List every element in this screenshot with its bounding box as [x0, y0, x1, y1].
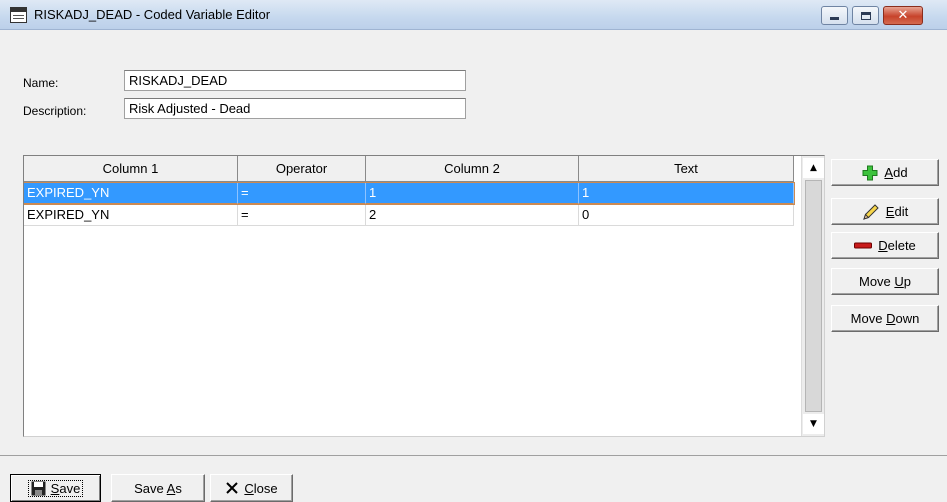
delete-button[interactable]: Delete: [831, 232, 939, 259]
grid-header: Column 1 Operator Column 2 Text: [24, 156, 794, 182]
scroll-down-button[interactable]: ▼: [803, 414, 824, 434]
green-plus-icon: [862, 165, 878, 180]
minimize-icon: [830, 17, 839, 20]
floppy-disk-icon: [31, 481, 46, 495]
maximize-button[interactable]: [852, 6, 879, 25]
move-up-button[interactable]: Move Up: [831, 268, 939, 295]
description-label: Description:: [23, 104, 87, 118]
table-row[interactable]: EXPIRED_YN = 2 0: [24, 205, 794, 226]
column-header-operator[interactable]: Operator: [238, 156, 366, 182]
title-bar[interactable]: RISKADJ_DEAD - Coded Variable Editor ✕: [0, 0, 947, 30]
maximize-icon: [860, 11, 871, 20]
cell-column1: EXPIRED_YN: [24, 183, 238, 204]
save-as-button[interactable]: Save As: [111, 474, 205, 502]
cell-column2: 2: [366, 205, 579, 226]
move-down-button[interactable]: Move Down: [831, 305, 939, 332]
arrow-down-icon: ▼: [810, 419, 817, 429]
column-header-column1[interactable]: Column 1: [24, 156, 238, 182]
table-row[interactable]: EXPIRED_YN = 1 1: [24, 182, 795, 205]
description-input[interactable]: Risk Adjusted - Dead: [124, 98, 466, 119]
pencil-icon: [863, 203, 879, 220]
cell-operator: =: [238, 205, 366, 226]
close-button[interactable]: Close: [210, 474, 293, 502]
scroll-thumb[interactable]: [805, 180, 822, 412]
arrow-up-icon: ▲: [810, 163, 817, 173]
minimize-button[interactable]: [821, 6, 848, 25]
editor-window-icon: [10, 7, 27, 23]
window-title: RISKADJ_DEAD - Coded Variable Editor: [34, 7, 271, 22]
cell-operator: =: [238, 183, 366, 204]
column-header-text[interactable]: Text: [579, 156, 794, 182]
name-input[interactable]: RISKADJ_DEAD: [124, 70, 466, 91]
red-minus-icon: [854, 242, 873, 248]
coded-values-grid[interactable]: Column 1 Operator Column 2 Text EXPIRED_…: [23, 155, 825, 437]
x-close-icon: [226, 482, 239, 494]
save-button[interactable]: Save: [10, 474, 101, 502]
edit-button[interactable]: Edit: [831, 198, 939, 225]
close-icon: ✕: [897, 8, 909, 23]
cell-text: 1: [579, 183, 794, 204]
cell-text: 0: [579, 205, 794, 226]
column-header-column2[interactable]: Column 2: [366, 156, 579, 182]
cell-column2: 1: [366, 183, 579, 204]
vertical-scrollbar[interactable]: ▲ ▼: [801, 156, 824, 436]
close-window-button[interactable]: ✕: [883, 6, 923, 25]
add-button[interactable]: Add: [831, 159, 939, 186]
divider: [0, 455, 947, 456]
name-label: Name:: [23, 76, 59, 90]
cell-column1: EXPIRED_YN: [24, 205, 238, 226]
scroll-up-button[interactable]: ▲: [803, 158, 824, 178]
